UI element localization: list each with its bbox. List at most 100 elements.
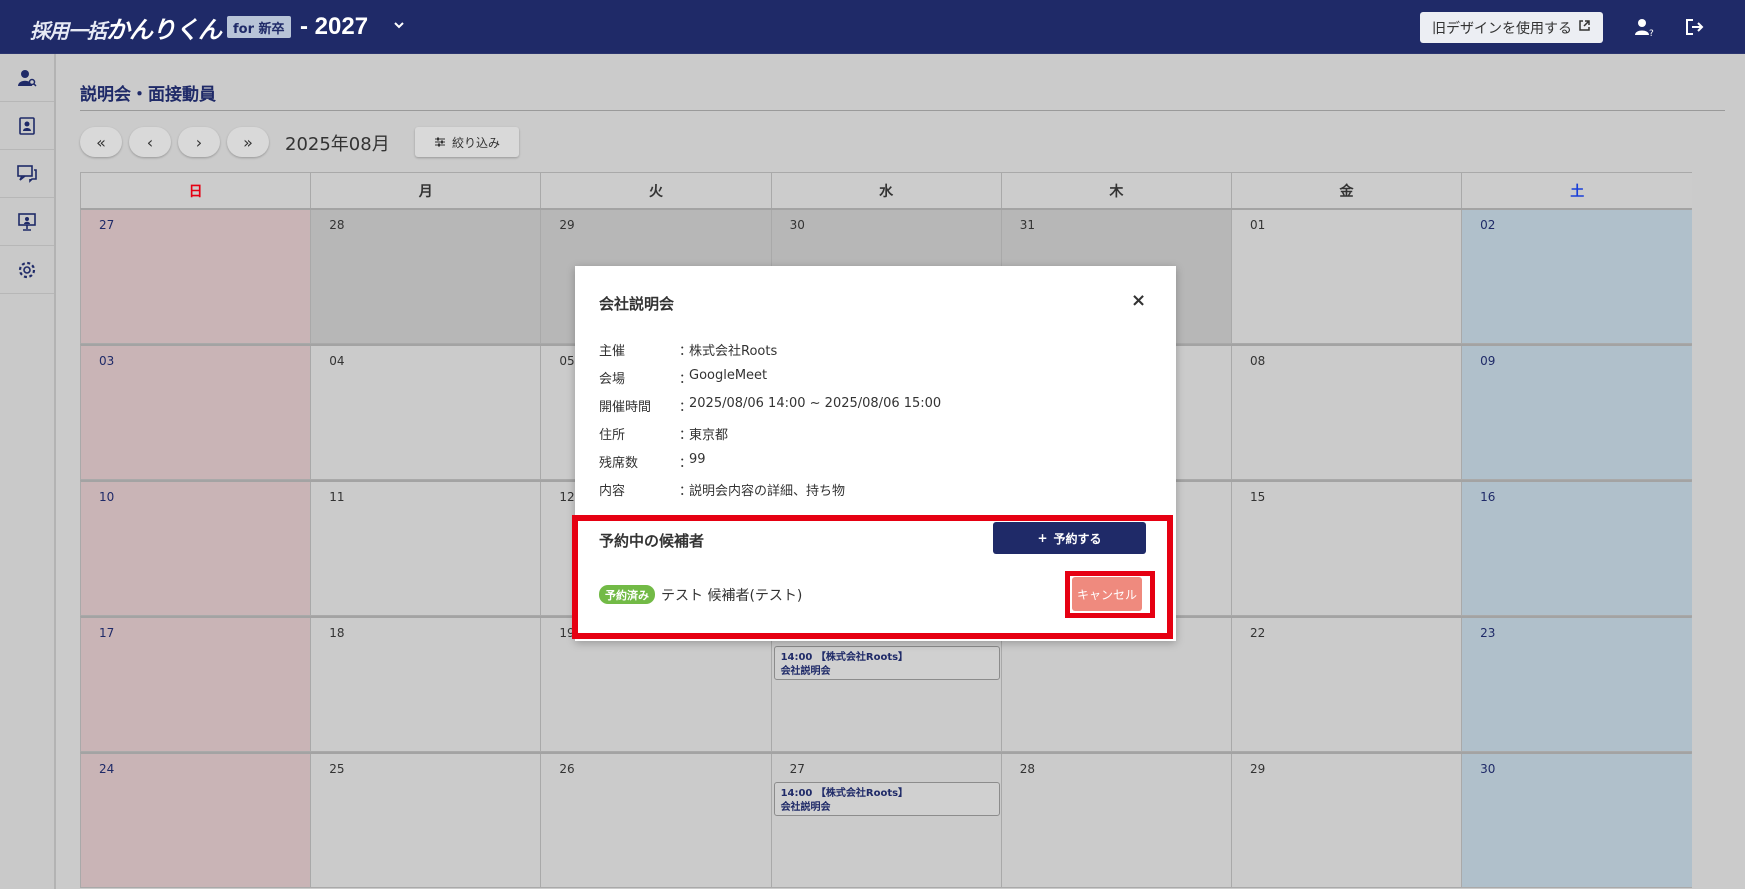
info-colon: ： <box>679 400 693 415</box>
info-label: 開催時間 <box>599 400 652 415</box>
old-design-button[interactable]: 旧デザインを使用する <box>1420 12 1603 43</box>
calendar-day[interactable]: 11 <box>311 482 542 615</box>
calendar-day[interactable]: 28 <box>1001 754 1232 887</box>
sidebar <box>0 54 56 889</box>
top-bar: 採用一括かんりくん for 新卒 - 2027 旧デザインを使用する ? <box>0 0 1745 54</box>
calendar-week: 24 25 26 27 14:00 【株式会社Roots】 会社説明会 28 2… <box>80 752 1693 888</box>
day-number: 04 <box>329 354 345 368</box>
day-number: 29 <box>1249 762 1266 776</box>
double-chevron-right-icon: » <box>243 132 253 152</box>
day-number: 29 <box>559 218 575 232</box>
event-title: 会社説明会 <box>780 802 831 813</box>
logout-icon[interactable] <box>1683 16 1705 38</box>
info-label: 内容 <box>599 484 626 499</box>
chevron-down-icon[interactable] <box>392 18 406 32</box>
sidebar-item-seminars[interactable] <box>0 198 54 246</box>
info-colon: ： <box>679 456 693 471</box>
sidebar-item-candidate-search[interactable] <box>0 54 54 102</box>
calendar-day[interactable]: 04 <box>311 346 542 479</box>
day-number: 15 <box>1249 490 1266 504</box>
day-number: 31 <box>1019 218 1036 232</box>
info-colon: ： <box>679 344 693 359</box>
contact-card-icon <box>19 116 35 135</box>
info-row-seats: 残席数 ： 99 <box>599 452 706 471</box>
next-year-button[interactable]: » <box>227 127 269 157</box>
year-selector-label[interactable]: - 2027 <box>300 13 368 41</box>
double-chevron-left-icon: « <box>96 132 106 152</box>
calendar-day[interactable]: 18 <box>311 618 542 751</box>
calendar-day[interactable]: 02 <box>1462 210 1693 343</box>
day-number: 22 <box>1249 626 1266 640</box>
calendar-day[interactable]: 30 <box>1462 754 1693 887</box>
calendar-day[interactable]: 09 <box>1462 346 1693 479</box>
user-help-icon[interactable]: ? <box>1633 16 1655 39</box>
next-month-button[interactable]: › <box>178 127 220 157</box>
day-number: 30 <box>789 218 805 232</box>
presentation-icon <box>18 212 36 231</box>
calendar-event[interactable]: 14:00 【株式会社Roots】 会社説明会 <box>773 646 1000 680</box>
title-divider <box>80 110 1725 111</box>
prev-month-button[interactable]: ‹ <box>129 127 171 157</box>
calendar-day[interactable]: 10 <box>81 482 312 615</box>
calendar-day[interactable]: 16 <box>1462 482 1693 615</box>
info-value: 説明会内容の詳細、持ち物 <box>689 484 846 499</box>
prev-year-button[interactable]: « <box>80 127 122 157</box>
current-month: 2025年08月 <box>285 134 390 155</box>
sidebar-item-contacts[interactable] <box>0 102 54 150</box>
info-row-organizer: 主催 ：株式会社Roots <box>599 340 777 359</box>
filter-button[interactable]: 絞り込み <box>415 127 519 157</box>
calendar-day[interactable]: 25 <box>311 754 542 887</box>
sidebar-item-settings[interactable] <box>0 246 54 294</box>
weekday-thu: 木 <box>1001 173 1232 208</box>
calendar-day[interactable]: 24 <box>81 754 312 887</box>
logo-text: 採用一括かんりくん <box>30 15 222 44</box>
day-number: 10 <box>99 490 115 504</box>
day-number: 12 <box>559 490 575 504</box>
day-number: 03 <box>99 354 115 368</box>
page-title: 説明会・面接動員 <box>80 85 216 105</box>
event-time-company: 14:00 【株式会社Roots】 <box>780 788 909 799</box>
calendar-day[interactable]: 01 <box>1231 210 1463 343</box>
calendar-day[interactable]: 08 <box>1231 346 1463 479</box>
calendar-day[interactable]: 28 <box>311 210 542 343</box>
calendar-day[interactable]: 17 <box>81 618 312 751</box>
calendar-day[interactable]: 27 <box>81 210 312 343</box>
info-value: GoogleMeet <box>689 368 768 383</box>
user-search-icon <box>18 69 37 87</box>
close-icon[interactable]: × <box>1131 290 1146 311</box>
info-value: 2025/08/06 14:00 ~ 2025/08/06 15:00 <box>689 396 942 411</box>
chat-icon <box>17 164 37 183</box>
calendar-day[interactable]: 27 14:00 【株式会社Roots】 会社説明会 <box>771 754 1002 887</box>
chevron-left-icon: ‹ <box>146 132 154 152</box>
day-number: 26 <box>559 762 575 776</box>
day-number: 02 <box>1480 218 1496 232</box>
info-colon: ： <box>679 372 693 387</box>
calendar-day[interactable]: 22 <box>1231 618 1463 751</box>
gear-icon <box>18 261 36 278</box>
sidebar-item-messages[interactable] <box>0 150 54 198</box>
weekday-fri: 金 <box>1231 173 1463 208</box>
app-logo[interactable]: 採用一括かんりくん for 新卒 <box>30 13 291 44</box>
calendar-day[interactable]: 26 <box>541 754 772 887</box>
day-number: 17 <box>99 626 115 640</box>
old-design-label: 旧デザインを使用する <box>1432 20 1572 37</box>
event-time-company: 14:00 【株式会社Roots】 <box>780 652 909 663</box>
day-number: 24 <box>99 762 115 776</box>
day-number: 09 <box>1480 354 1496 368</box>
day-number: 23 <box>1480 626 1496 640</box>
day-number: 16 <box>1480 490 1496 504</box>
info-label: 残席数 <box>599 456 639 471</box>
calendar-day[interactable]: 03 <box>81 346 312 479</box>
day-number: 11 <box>329 490 345 504</box>
weekday-tue: 火 <box>541 173 772 208</box>
day-number: 27 <box>99 218 115 232</box>
calendar-day[interactable]: 23 <box>1462 618 1693 751</box>
modal-title: 会社説明会 <box>599 295 675 313</box>
chevron-right-icon: › <box>195 132 203 152</box>
calendar-day[interactable]: 29 <box>1231 754 1463 887</box>
filter-label: 絞り込み <box>451 135 500 150</box>
calendar-event[interactable]: 14:00 【株式会社Roots】 会社説明会 <box>773 782 1000 816</box>
logo-badge: for 新卒 <box>227 16 291 38</box>
calendar-day[interactable]: 15 <box>1231 482 1463 615</box>
day-number: 25 <box>329 762 345 776</box>
